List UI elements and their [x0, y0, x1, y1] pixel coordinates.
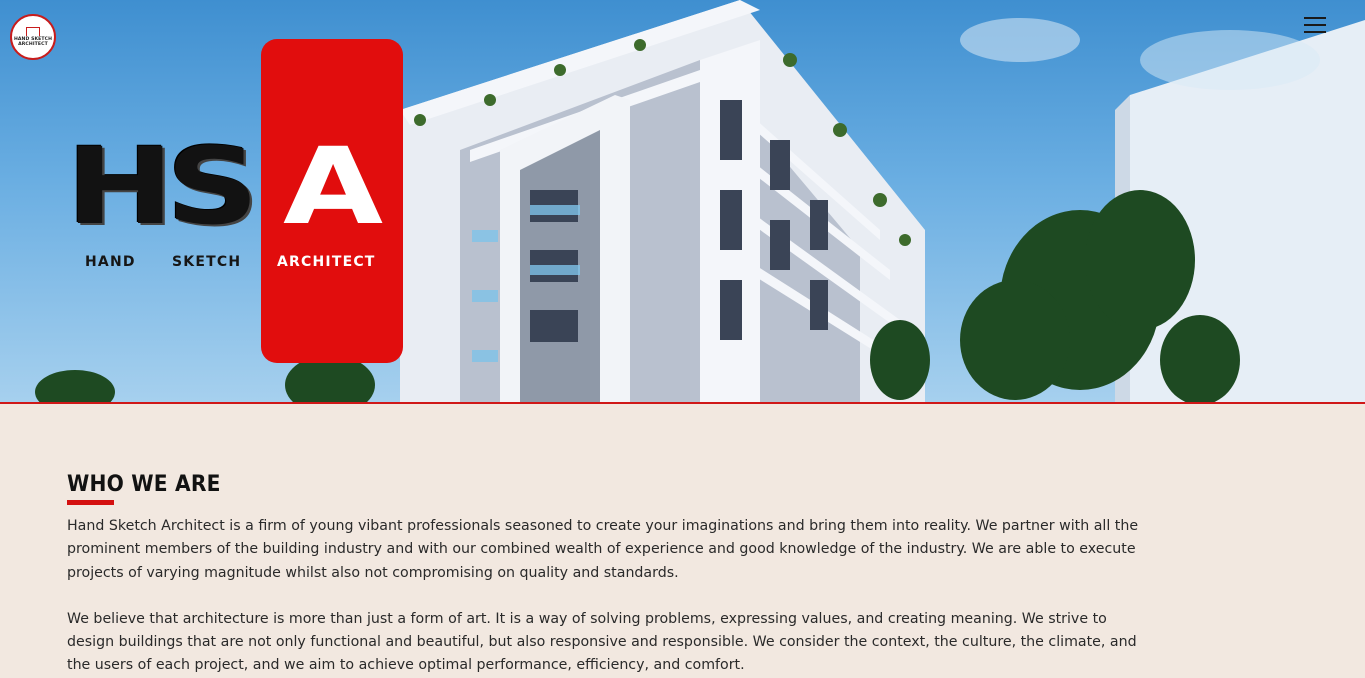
brand-letter-a: A	[283, 125, 384, 248]
brand-letter-h: H	[66, 125, 175, 248]
logo-line-2: ARCHITECT	[18, 42, 48, 47]
brand-letter-s: S	[166, 125, 260, 248]
brand-word-sketch: SKETCH	[172, 254, 242, 270]
site-logo[interactable]: HAND SKETCH ARCHITECT	[10, 14, 56, 60]
heading-underline	[67, 500, 114, 505]
brand-word-architect: ARCHITECT	[277, 254, 376, 270]
about-paragraph-2: We believe that architecture is more tha…	[67, 610, 1137, 674]
hamburger-icon[interactable]	[1298, 12, 1332, 38]
brand-word-hand: HAND	[85, 254, 136, 270]
hero-banner: HAND SKETCH ARCHITECT H S A HAND SKETCH …	[0, 0, 1365, 404]
about-paragraph-1: Hand Sketch Architect is a firm of young…	[67, 518, 1139, 581]
section-heading: WHO WE ARE	[67, 472, 221, 497]
house-sketch-icon	[26, 27, 40, 36]
who-we-are-section: WHO WE ARE Hand Sketch Architect is a fi…	[67, 470, 1157, 678]
